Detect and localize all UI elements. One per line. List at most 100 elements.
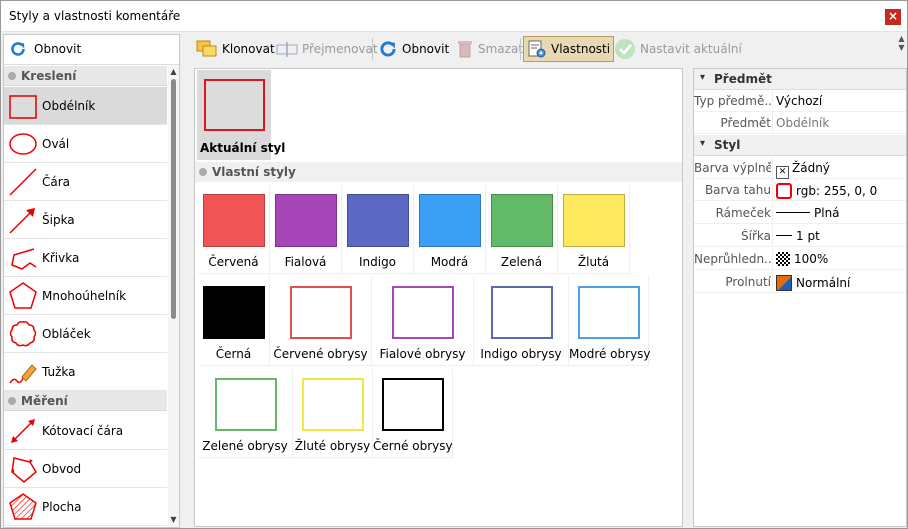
rectangle-icon — [9, 95, 37, 119]
prop-key: Barva tahu — [704, 183, 771, 197]
tool-polygon[interactable]: Mnohoúhelník — [4, 277, 167, 315]
tool-line[interactable]: Čára — [4, 163, 167, 201]
prop-width[interactable]: Šířka 1 pt — [694, 225, 906, 247]
style-tile[interactable]: Červené obrysy — [270, 277, 372, 366]
style-tile[interactable]: Žlutá — [558, 185, 630, 274]
stroke-color-swatch — [776, 183, 792, 199]
rename-icon — [276, 42, 298, 57]
toolbar-scroll-icon[interactable]: ▲ ▼ — [896, 34, 907, 64]
prop-type[interactable]: Typ předmě.. Výchozí — [694, 90, 906, 112]
tool-cloud[interactable]: Obláček — [4, 315, 167, 353]
style-tile[interactable]: Fialová — [270, 185, 342, 274]
prop-value[interactable]: rgb: 255, 0, 0 — [776, 183, 877, 199]
style-swatch — [491, 194, 553, 247]
tool-area[interactable]: Plocha — [4, 488, 167, 526]
prop-value[interactable]: Obdélník — [776, 116, 829, 130]
chevron-down-icon: ▾ — [700, 138, 706, 149]
width-value-text: 1 pt — [796, 229, 820, 243]
style-tile-label: Černá — [215, 347, 252, 361]
window-title: Styly a vlastnosti komentáře — [9, 9, 181, 23]
style-tile[interactable]: Fialové obrysy — [372, 277, 474, 366]
prop-blend[interactable]: Prolnutí Normální — [694, 271, 906, 293]
refresh-styles-button[interactable]: Obnovit — [375, 36, 452, 62]
current-style-swatch — [204, 79, 265, 131]
tool-rectangle[interactable]: Obdélník — [4, 87, 167, 125]
style-tile[interactable]: Modré obrysy — [569, 277, 651, 366]
style-swatch — [302, 378, 364, 431]
style-tile-label: Červené obrysy — [273, 347, 368, 361]
custom-styles-section[interactable]: Vlastní styly — [195, 162, 682, 182]
prop-value[interactable]: Normální — [776, 275, 850, 291]
section-collapse-icon — [8, 397, 16, 405]
style-tile-label: Zelená — [500, 255, 543, 269]
prop-subject[interactable]: Předmět Obdélník — [694, 112, 906, 134]
style-tile-label: Černé obrysy — [373, 439, 453, 453]
prop-key: Barva výplně — [694, 161, 771, 175]
style-tile[interactable]: Indigo — [342, 185, 414, 274]
clone-icon — [196, 40, 217, 57]
prop-border[interactable]: Rámeček Plná — [694, 202, 906, 224]
style-tile[interactable]: Zelená — [486, 185, 558, 274]
prop-value[interactable]: ✕ Žádný — [776, 161, 830, 179]
scroll-down-icon[interactable]: ▼ — [168, 515, 179, 525]
style-swatch — [578, 286, 640, 339]
style-tile[interactable]: Červená — [198, 185, 270, 274]
opacity-value-text: 100% — [794, 252, 829, 266]
style-tile-label: Fialové obrysy — [379, 347, 466, 361]
stroke-value-text: rgb: 255, 0, 0 — [796, 184, 878, 198]
clone-button[interactable]: Klonovat — [193, 36, 278, 62]
toolbar-separator — [372, 38, 373, 60]
current-style-tile[interactable]: Aktuální styl — [197, 70, 285, 160]
refresh-styles-label: Obnovit — [402, 42, 450, 56]
subject-section[interactable]: ▾ Předmět — [694, 69, 906, 90]
section-measure[interactable]: Měření — [4, 391, 167, 411]
tool-list-scrollbar[interactable]: ▲ ▼ — [168, 65, 179, 527]
style-tile[interactable]: Žluté obrysy — [293, 369, 373, 458]
style-tile[interactable]: Černá — [198, 277, 270, 366]
section-drawing[interactable]: Kreslení — [4, 66, 167, 86]
prop-value[interactable]: 100% — [776, 252, 828, 266]
blend-mode-icon — [776, 275, 792, 291]
pencil-icon — [9, 364, 37, 384]
cloud-icon — [9, 321, 37, 347]
prop-value[interactable]: Plná — [776, 206, 840, 220]
tool-pencil[interactable]: Tužka — [4, 353, 167, 391]
prop-key: Šířka — [741, 229, 771, 243]
refresh-tools-button[interactable]: Obnovit — [4, 35, 179, 65]
tool-oval[interactable]: Ovál — [4, 125, 167, 163]
style-tile-label: Žlutá — [577, 255, 610, 269]
prop-stroke-color[interactable]: Barva tahu rgb: 255, 0, 0 — [694, 179, 906, 201]
prop-value[interactable]: Výchozí — [776, 94, 822, 108]
tool-perimeter[interactable]: Obvod — [4, 450, 167, 488]
prop-key: Prolnutí — [725, 275, 771, 289]
style-tile[interactable]: Černé obrysy — [373, 369, 453, 458]
tool-dimension-line[interactable]: Kótovací čára — [4, 412, 167, 450]
rename-button[interactable]: Přejmenovat — [273, 36, 381, 62]
prop-fill-color[interactable]: Barva výplně ✕ Žádný — [694, 157, 906, 179]
curve-icon — [11, 248, 37, 270]
prop-key: Neprůhledn.. — [694, 252, 771, 266]
tool-label: Mnohoúhelník — [42, 289, 127, 303]
tool-arrow[interactable]: Šipka — [4, 201, 167, 239]
delete-button[interactable]: Smazat — [453, 36, 526, 62]
section-collapse-icon — [8, 72, 16, 80]
style-tile[interactable]: Modrá — [414, 185, 486, 274]
style-tile[interactable]: Zelené obrysy — [198, 369, 293, 458]
style-tile-label: Červená — [208, 255, 259, 269]
set-current-button[interactable]: Nastavit aktuální — [611, 36, 745, 62]
style-swatch — [347, 194, 409, 247]
prop-value[interactable]: 1 pt — [776, 229, 820, 243]
style-section[interactable]: ▾ Styl — [694, 135, 906, 156]
tool-curve[interactable]: Křivka — [4, 239, 167, 277]
properties-button[interactable]: Vlastnosti — [523, 36, 615, 62]
styles-gallery: Aktuální styl Vlastní styly Červená Fialo… — [194, 68, 683, 527]
close-button[interactable]: × — [885, 9, 901, 25]
prop-opacity[interactable]: Neprůhledn.. 100% — [694, 248, 906, 270]
scroll-thumb[interactable] — [171, 79, 176, 319]
style-tile[interactable]: Indigo obrysy — [474, 277, 569, 366]
scroll-up-icon[interactable]: ▲ — [168, 67, 179, 77]
dimension-line-icon — [11, 419, 35, 443]
arrow-icon — [9, 208, 35, 234]
line-icon — [9, 168, 37, 196]
tool-list-panel: Obnovit Kreslení Obdélník Ovál Čára Šipk… — [3, 34, 180, 528]
